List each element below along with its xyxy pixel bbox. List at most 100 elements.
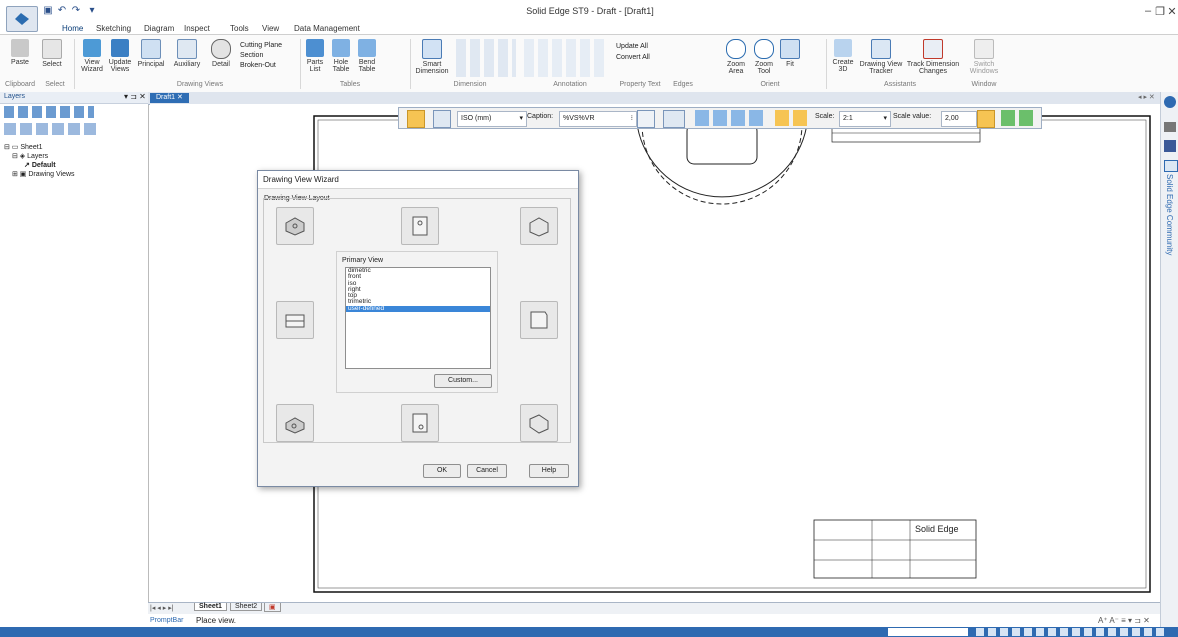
scale-value-input[interactable]: 2,00: [941, 111, 977, 127]
customize-qat-icon[interactable]: ▾: [86, 5, 98, 16]
bend-table-button[interactable]: Bend Table: [356, 39, 378, 73]
undo-icon[interactable]: ↶: [56, 5, 68, 16]
community-tab[interactable]: Solid Edge Community: [1165, 174, 1174, 255]
close-icon[interactable]: ✕: [1166, 5, 1178, 18]
caption-options-icon[interactable]: [637, 110, 655, 128]
view-type-icon[interactable]: [663, 110, 685, 128]
sheet-mode-icons[interactable]: [775, 110, 809, 126]
tab-view[interactable]: View: [262, 24, 279, 34]
tab-tools[interactable]: Tools: [230, 24, 249, 34]
list-item-selected[interactable]: user-defined: [346, 305, 490, 313]
panel-header: Layers ▾ ⊐ ✕: [0, 92, 148, 104]
top-view-button[interactable]: [401, 207, 439, 245]
iso-bottom-left-view-button[interactable]: [276, 404, 314, 442]
detail-button[interactable]: Detail: [206, 39, 236, 68]
caption-input[interactable]: %VS%VR ⁝: [559, 111, 637, 127]
tab-sheet1[interactable]: Sheet1: [194, 603, 227, 611]
tree-layers[interactable]: ⊟ ◈ Layers: [12, 152, 48, 161]
right-view-button[interactable]: [520, 301, 558, 339]
view-options-icon[interactable]: [407, 110, 425, 128]
minimize-icon[interactable]: –: [1142, 5, 1154, 17]
create-3d-button[interactable]: Create 3D: [830, 39, 856, 73]
bottom-view-button[interactable]: [401, 404, 439, 442]
zoom-tool-button[interactable]: Zoom Tool: [750, 39, 778, 75]
fit-icon: [780, 39, 800, 59]
caption-label: Caption:: [527, 113, 554, 120]
display-mode-icons[interactable]: [695, 110, 765, 126]
tab-inspect[interactable]: Inspect: [184, 24, 210, 34]
principal-button[interactable]: Principal: [134, 39, 168, 68]
tree-sheet1[interactable]: ⊟ ▭ Sheet1: [4, 143, 43, 152]
left-view-button[interactable]: [276, 301, 314, 339]
print-icon[interactable]: [1164, 122, 1176, 132]
tab-data-management[interactable]: Data Management: [294, 24, 360, 34]
cutting-plane-button[interactable]: Cutting Plane: [240, 41, 282, 51]
left-view-icon: [285, 314, 305, 328]
tab-sketching[interactable]: Sketching: [96, 24, 131, 34]
save-icon[interactable]: ▣: [42, 5, 54, 16]
smart-dimension-button[interactable]: Smart Dimension: [414, 39, 450, 75]
update-views-button[interactable]: Update Views: [106, 39, 134, 73]
panel-toolbar-icons[interactable]: [4, 106, 94, 118]
ok-button[interactable]: OK: [423, 464, 461, 478]
pin-icon[interactable]: ▾ ⊐ ✕: [124, 92, 146, 101]
custom-button[interactable]: Custom...: [434, 374, 492, 388]
application-menu-button[interactable]: [6, 6, 38, 32]
isometric-part-icon: [529, 217, 549, 237]
switch-windows-button[interactable]: Switch Windows: [966, 39, 1002, 75]
view-properties-icon[interactable]: [433, 110, 451, 128]
status-tools-icons[interactable]: [976, 628, 1166, 636]
parts-list-button[interactable]: Parts List: [304, 39, 326, 73]
restore-icon[interactable]: ❐: [1154, 5, 1166, 18]
cancel-button[interactable]: Cancel: [467, 464, 507, 478]
redo-icon[interactable]: ↷: [70, 5, 82, 16]
section-button[interactable]: Section: [240, 51, 282, 61]
tab-draft1[interactable]: Draft1 ✕: [150, 93, 189, 103]
standard-select[interactable]: ISO (mm) ▾: [457, 111, 527, 127]
iso-top-left-view-button[interactable]: [276, 207, 314, 245]
primary-view-list[interactable]: dimetric front iso right top trimetric u…: [345, 267, 491, 369]
scale-select[interactable]: 2:1 ▾: [839, 111, 891, 127]
update-all-button[interactable]: Update All: [616, 41, 650, 52]
panel-toolbar-icons-2[interactable]: [4, 123, 100, 135]
tree-drawing-views[interactable]: ⊞ ▣ Drawing Views: [12, 170, 75, 179]
smart-dimension-icon: [422, 39, 442, 59]
help-icon[interactable]: [1164, 96, 1176, 108]
hole-table-button[interactable]: Hole Table: [330, 39, 352, 73]
annotation-tools-icon[interactable]: [524, 39, 608, 77]
help-button[interactable]: Help: [529, 464, 569, 478]
view-wizard-button[interactable]: View Wizard: [78, 39, 106, 73]
dimension-tools-icon[interactable]: [456, 39, 516, 77]
facebook-icon[interactable]: [1164, 140, 1176, 152]
view-wizard-icon: [83, 39, 101, 57]
fit-button[interactable]: Fit: [778, 39, 802, 68]
paste-button[interactable]: Paste: [6, 39, 34, 66]
tab-sheet2[interactable]: Sheet2: [230, 603, 263, 611]
sheet-nav-icons[interactable]: |◂ ◂ ▸ ▸|: [150, 604, 174, 612]
scale-options-icon[interactable]: [977, 110, 995, 128]
iso-bottom-right-view-button[interactable]: [520, 404, 558, 442]
select-button[interactable]: Select: [38, 39, 66, 68]
find-command-input[interactable]: [888, 628, 968, 636]
primary-view-label: Primary View: [342, 257, 384, 264]
prompt-bar-controls-icon[interactable]: A⁺ A⁻ ≡ ▾ ⊐ ✕: [1098, 614, 1150, 627]
zoom-area-button[interactable]: Zoom Area: [722, 39, 750, 75]
zoom-tool-icon: [754, 39, 774, 59]
broken-out-button[interactable]: Broken-Out: [240, 61, 282, 71]
divider: [826, 39, 827, 89]
iso-top-right-view-button[interactable]: [520, 207, 558, 245]
dialog-title: Drawing View Wizard: [258, 171, 578, 189]
drawing-view-tracker-button[interactable]: Drawing View Tracker: [858, 39, 904, 75]
new-sheet-icon[interactable]: ▣: [264, 603, 281, 612]
isometric-part-icon: [529, 414, 549, 434]
tab-scroll-icon[interactable]: ◂ ▸ ✕: [1138, 93, 1155, 101]
view-orientation-icons[interactable]: [1001, 110, 1035, 126]
track-dimension-changes-button[interactable]: Track Dimension Changes: [906, 39, 960, 75]
convert-all-button[interactable]: Convert All: [616, 52, 650, 63]
community-icon[interactable]: [1164, 160, 1178, 172]
tab-diagram[interactable]: Diagram: [144, 24, 174, 34]
tree-default-layer[interactable]: ↗ Default: [24, 161, 56, 170]
auxiliary-button[interactable]: Auxiliary: [170, 39, 204, 68]
detail-view-icon: [211, 39, 231, 59]
top-view-icon: [412, 216, 428, 236]
